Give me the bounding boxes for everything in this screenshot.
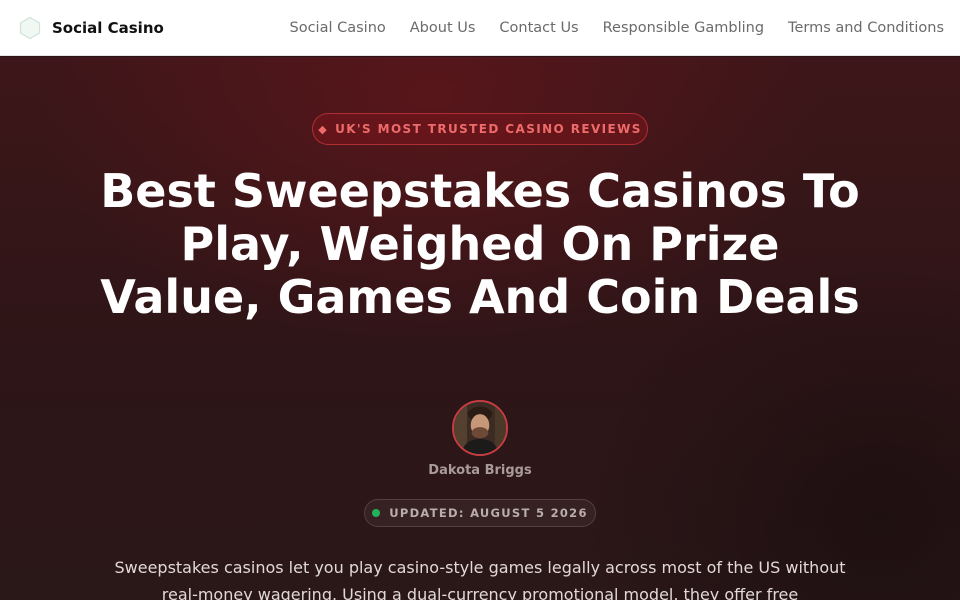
status-dot-icon [372,509,381,517]
nav-link-contact-us[interactable]: Contact Us [499,20,578,36]
top-navigation: Social Casino Social Casino About Us Con… [0,0,960,56]
nav-link-terms-and-conditions[interactable]: Terms and Conditions [788,20,944,36]
trust-badge: ◆ UK'S MOST TRUSTED CASINO REVIEWS [312,113,648,145]
nav-link-about-us[interactable]: About Us [410,20,476,36]
page-title: Best Sweepstakes Casinos To Play, Weighe… [100,164,860,324]
nav-link-social-casino[interactable]: Social Casino [290,20,386,36]
brand-name: Social Casino [52,18,164,37]
intro-paragraph: Sweepstakes casinos let you play casino-… [114,558,846,600]
author-avatar[interactable] [452,400,508,456]
author-photo [454,402,506,454]
brand-link[interactable]: Social Casino [18,16,164,40]
updated-date-label: UPDATED: AUGUST 5 2026 [389,506,588,520]
author-name[interactable]: Dakota Briggs [380,463,580,478]
updated-date-badge: UPDATED: AUGUST 5 2026 [364,499,596,527]
nav-link-responsible-gambling[interactable]: Responsible Gambling [603,20,764,36]
trust-badge-label: UK'S MOST TRUSTED CASINO REVIEWS [335,122,642,136]
brand-logo-icon [19,16,41,39]
shield-icon: ◆ [318,122,329,136]
nav-links: Social Casino About Us Contact Us Respon… [290,20,945,36]
hero-section: ◆ UK'S MOST TRUSTED CASINO REVIEWS Best … [0,57,960,600]
